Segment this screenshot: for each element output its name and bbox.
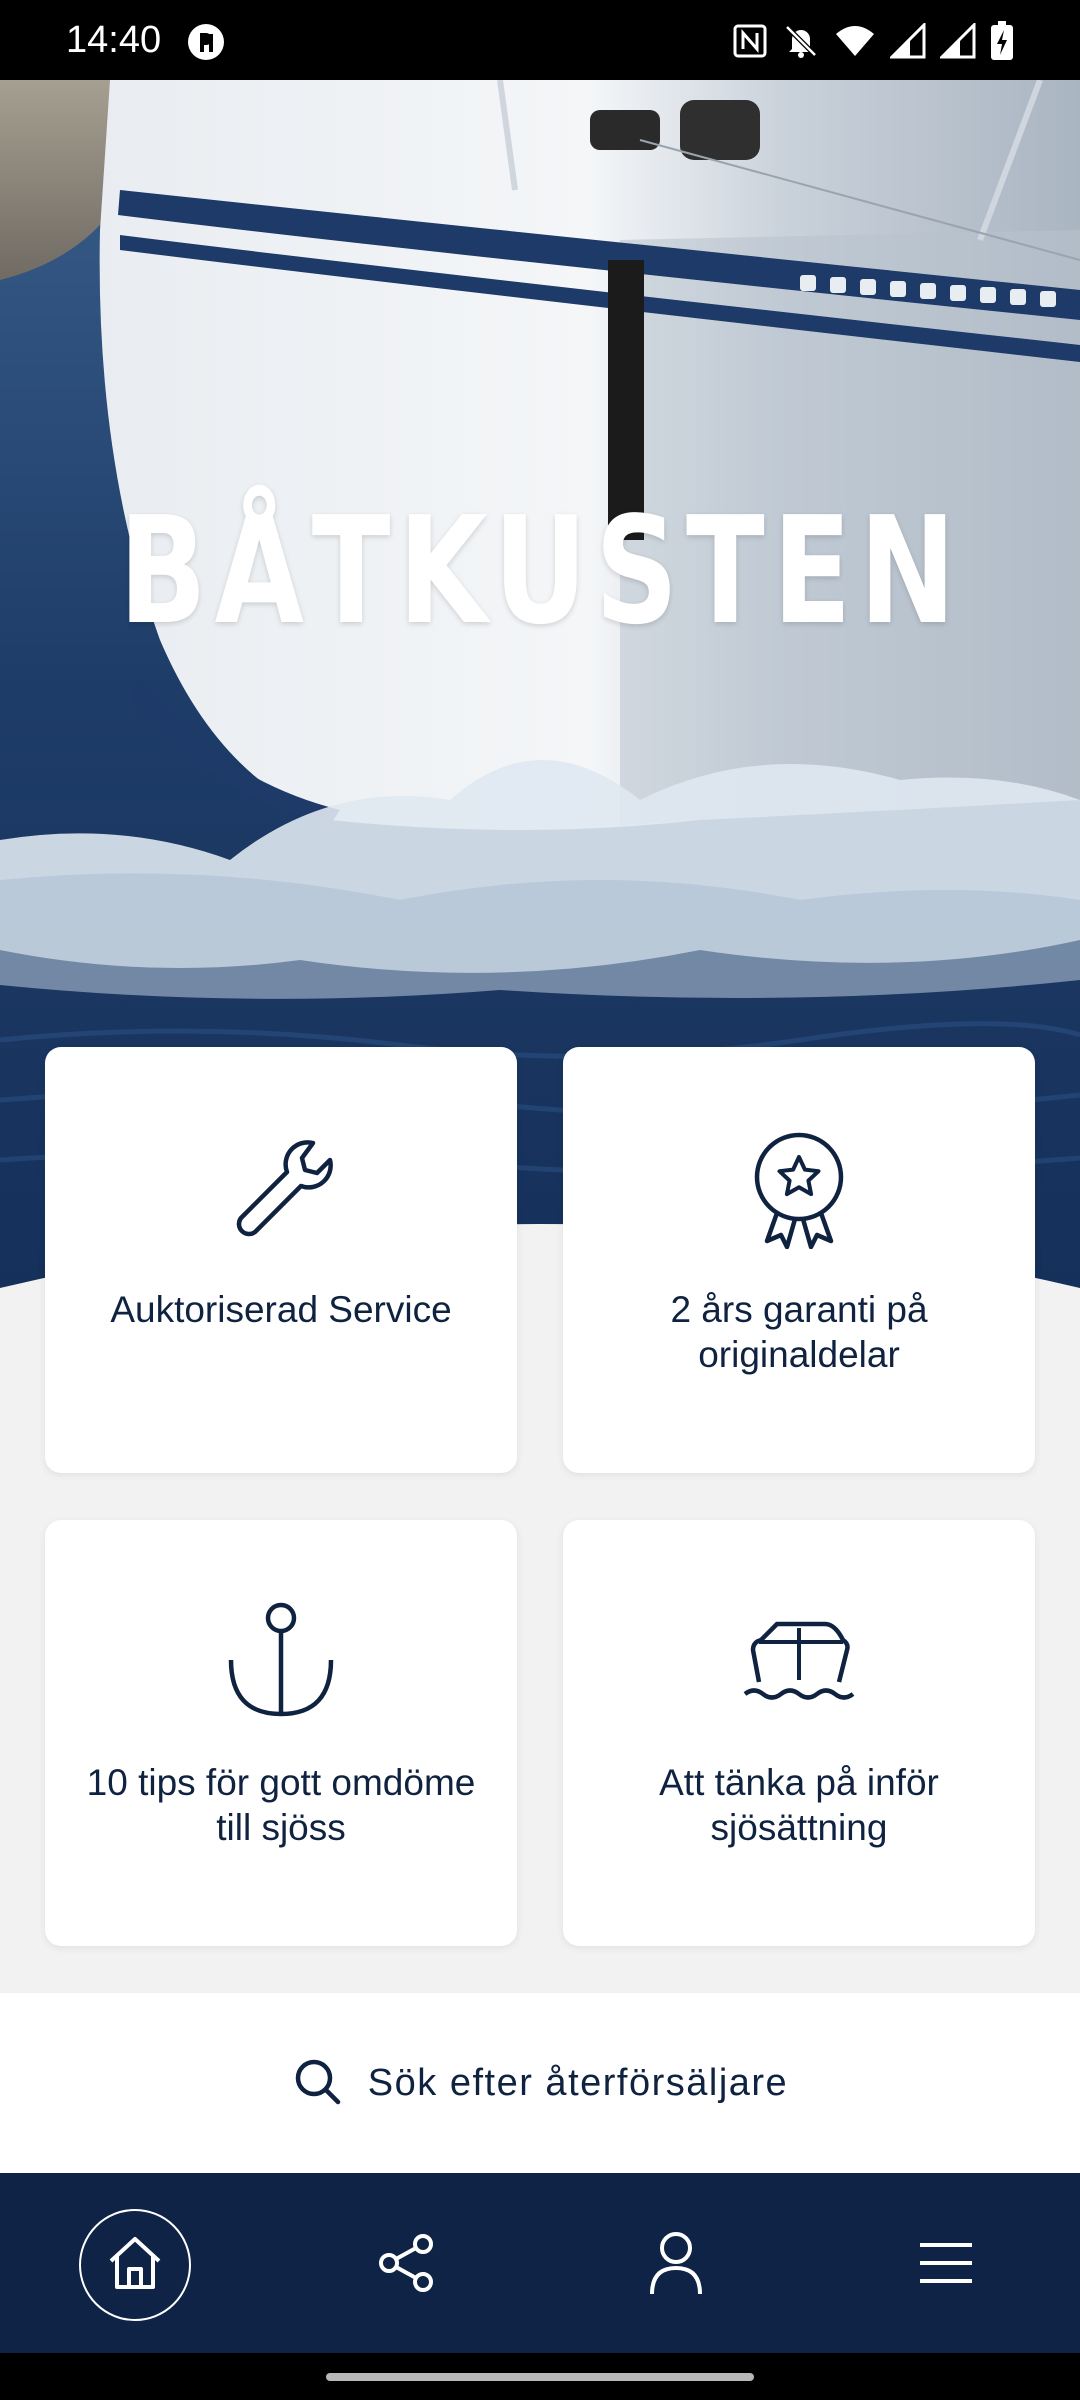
card-label: Att tänka på inför sjösättning [659, 1762, 939, 1848]
home-gesture-handle[interactable] [326, 2373, 754, 2381]
status-time: 14:40 [66, 19, 162, 61]
bottom-navigation [0, 2173, 1080, 2353]
nav-home[interactable] [79, 2209, 191, 2321]
anchor-icon [221, 1602, 341, 1722]
card-launch-prep[interactable]: Att tänka på inför sjösättning [563, 1520, 1035, 1946]
wrench-icon [221, 1129, 341, 1249]
signal-1-icon [890, 23, 926, 59]
card-label: 2 års garanti på originaldelar [670, 1289, 928, 1375]
nfc-icon [732, 23, 768, 59]
status-icons [732, 20, 1014, 62]
app-notification-icon [186, 22, 226, 62]
card-label: Auktoriserad Service [110, 1289, 452, 1330]
search-icon [292, 2056, 342, 2111]
app-screen: 14:40 BÅTKUSTEN Auktoriserad Service 2 å… [0, 0, 1080, 2400]
dealer-search-button[interactable]: Sök efter återförsäljare [0, 1993, 1080, 2173]
nav-menu[interactable] [890, 2209, 1002, 2321]
notifications-off-icon [782, 22, 820, 60]
battery-charging-icon [990, 21, 1014, 61]
brand-title: BÅTKUSTEN [118, 485, 964, 657]
boat-icon [739, 1602, 859, 1722]
award-badge-icon [739, 1129, 859, 1250]
card-warranty[interactable]: 2 års garanti på originaldelar [563, 1047, 1035, 1473]
card-sea-tips[interactable]: 10 tips för gott omdöme till sjöss [45, 1520, 517, 1946]
status-bar: 14:40 [0, 0, 1080, 80]
share-icon [375, 2232, 437, 2299]
card-authorized-service[interactable]: Auktoriserad Service [45, 1047, 517, 1473]
nav-share[interactable] [350, 2209, 462, 2321]
hamburger-menu-icon [918, 2241, 974, 2290]
person-icon [646, 2230, 706, 2301]
wifi-icon [834, 24, 876, 58]
card-label: 10 tips för gott omdöme till sjöss [86, 1762, 476, 1848]
search-label: Sök efter återförsäljare [367, 2061, 789, 2104]
signal-2-icon [940, 23, 976, 59]
nav-profile[interactable] [620, 2209, 732, 2321]
home-icon [105, 2233, 165, 2298]
